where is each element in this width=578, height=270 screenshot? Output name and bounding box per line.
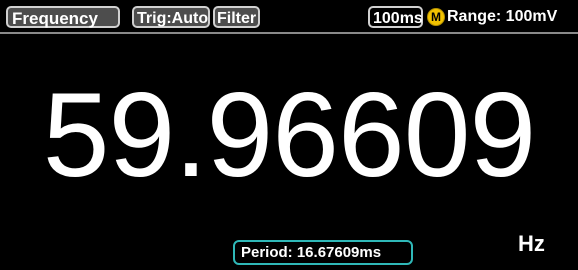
sample-rate-indicator[interactable]: 100ms — [368, 6, 423, 28]
manual-range-icon: M — [427, 8, 445, 26]
trigger-indicator[interactable]: Trig:Auto — [132, 6, 210, 28]
range-indicator[interactable]: Range: 100mV — [447, 6, 557, 28]
filter-indicator[interactable]: Filter — [213, 6, 260, 28]
unit-label: Hz — [518, 231, 545, 256]
status-bar: Frequency Trig:Auto Filter 100ms M Range… — [0, 0, 578, 34]
primary-reading: 59.96609 — [42, 68, 537, 202]
status-bar-divider — [0, 32, 578, 34]
mode-indicator[interactable]: Frequency — [6, 6, 120, 28]
meter-display: Frequency Trig:Auto Filter 100ms M Range… — [0, 0, 578, 270]
period-readout: Period: 16.67609ms — [233, 240, 413, 265]
